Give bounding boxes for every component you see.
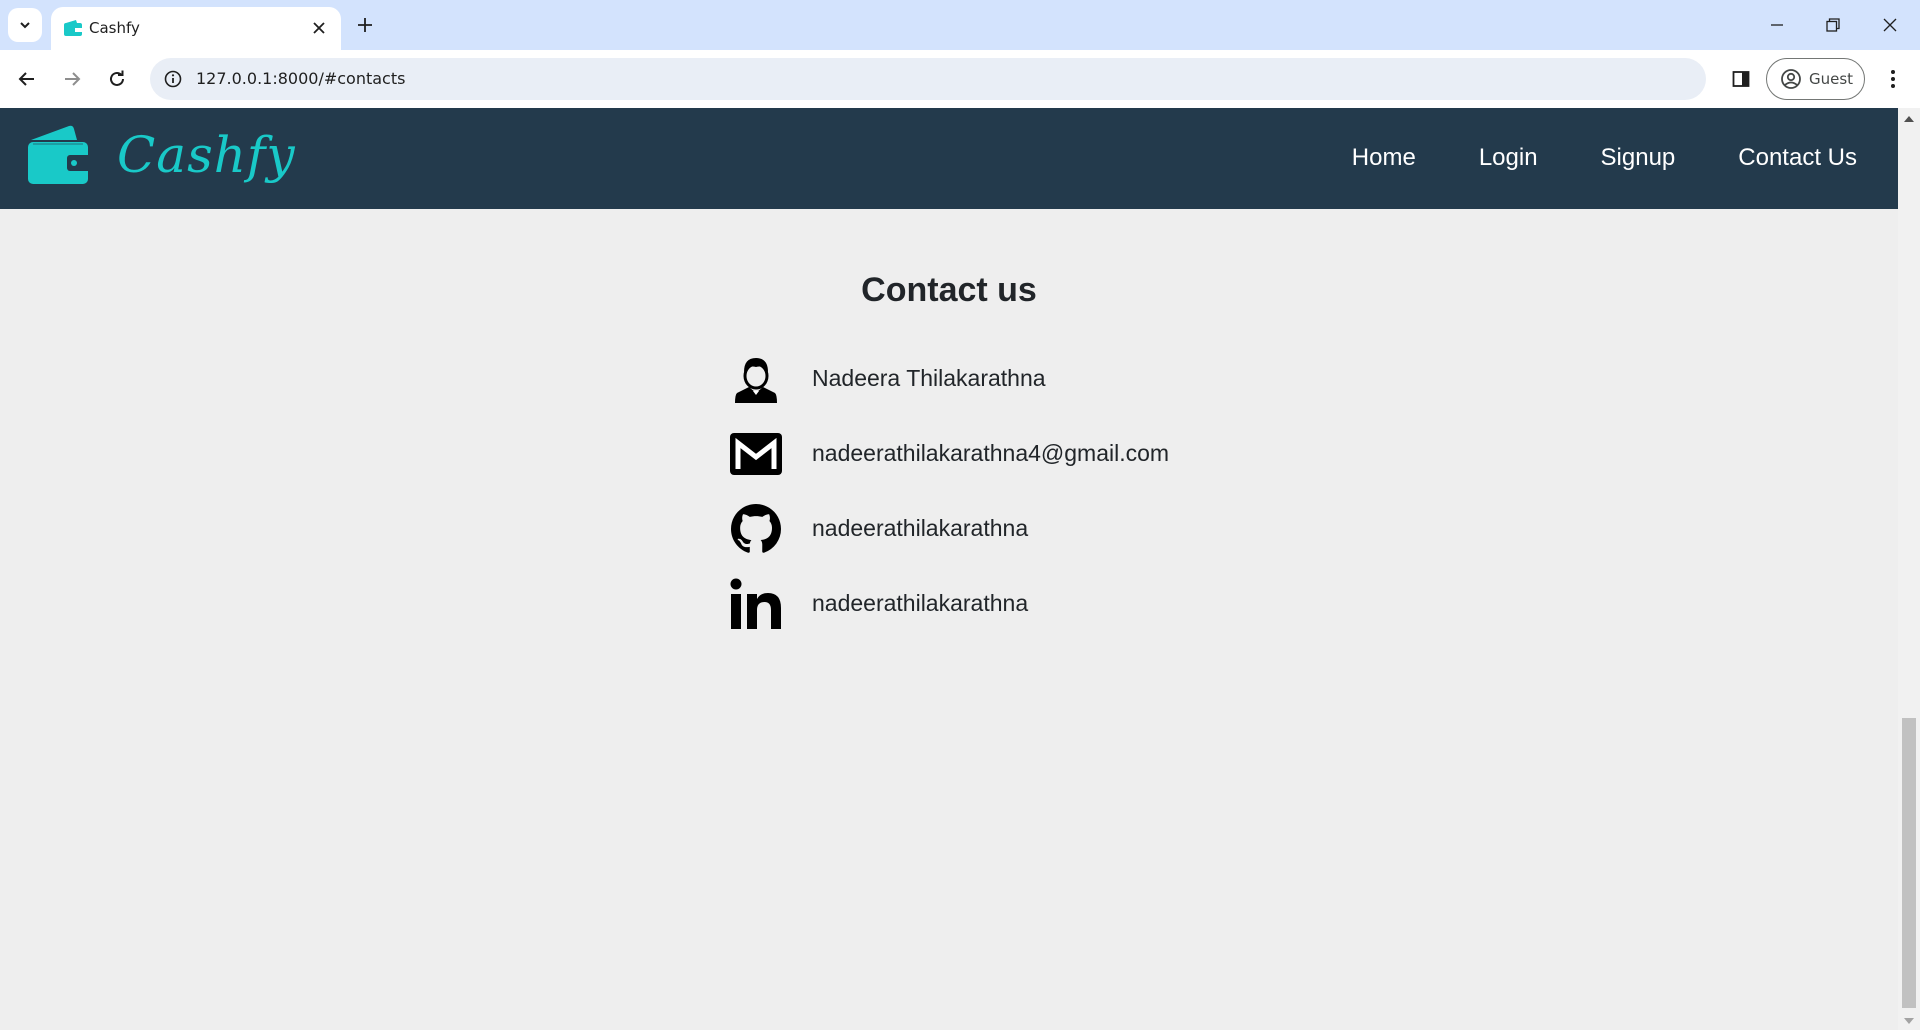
info-icon	[164, 70, 182, 88]
new-tab-button[interactable]	[353, 13, 377, 37]
linkedin-icon	[728, 576, 784, 632]
profile-button[interactable]: Guest	[1766, 58, 1865, 100]
github-icon	[728, 501, 784, 557]
person-icon	[728, 351, 784, 407]
minimize-icon	[1771, 24, 1783, 26]
restore-button[interactable]	[1818, 12, 1848, 38]
close-icon	[1883, 18, 1897, 32]
wallet-favicon-icon	[64, 20, 82, 36]
profile-label: Guest	[1809, 70, 1854, 88]
url-text: 127.0.0.1:8000/#contacts	[196, 69, 406, 88]
reload-icon	[110, 70, 124, 86]
side-panel-icon	[1732, 71, 1750, 87]
forward-button[interactable]	[55, 62, 89, 96]
contact-email-text: nadeerathilakarathna4@gmail.com	[812, 440, 1170, 466]
tab-title: Cashfy	[89, 19, 140, 37]
close-window-button[interactable]	[1875, 12, 1905, 38]
brand-name: Cashfy	[117, 126, 296, 184]
account-circle-icon	[1781, 69, 1801, 89]
tab-search-button[interactable]	[8, 8, 42, 42]
browser-menu-button[interactable]	[1876, 62, 1910, 96]
contact-linkedin-text: nadeerathilakarathna	[812, 590, 1029, 616]
tab-close-button[interactable]	[309, 18, 329, 38]
browser-tab[interactable]: Cashfy	[51, 7, 341, 50]
address-bar[interactable]: 127.0.0.1:8000/#contacts	[150, 58, 1706, 100]
chevron-down-icon	[20, 22, 30, 29]
more-vert-icon	[1891, 70, 1895, 88]
restore-icon	[1826, 18, 1840, 32]
nav-link-contact-us[interactable]: Contact Us	[1738, 144, 1857, 172]
contact-name-text: Nadeera Thilakarathna	[812, 365, 1046, 391]
site-info-button[interactable]	[162, 68, 184, 90]
nav-link-signup[interactable]: Signup	[1601, 144, 1676, 172]
plus-icon	[358, 18, 372, 32]
back-button[interactable]	[10, 62, 44, 96]
close-icon	[313, 22, 325, 34]
nav-link-login[interactable]: Login	[1479, 144, 1538, 172]
page-viewport: Cashfy Home Login Signup Contact Us Cont…	[0, 108, 1920, 1030]
brand-link[interactable]: Cashfy	[27, 124, 296, 186]
scroll-thumb[interactable]	[1902, 718, 1916, 1008]
minimize-button[interactable]	[1762, 12, 1792, 38]
nav-links: Home Login Signup Contact Us	[1352, 144, 1857, 172]
contact-github-text: nadeerathilakarathna	[812, 515, 1029, 541]
nav-link-home[interactable]: Home	[1352, 144, 1416, 172]
wallet-logo-icon	[28, 125, 91, 184]
contact-item-linkedin[interactable]: nadeerathilakarathna	[728, 566, 1028, 641]
arrow-left-icon	[18, 72, 34, 86]
contact-title: Contact us	[861, 271, 1037, 309]
side-panel-button[interactable]	[1724, 62, 1758, 96]
contact-item-name: Nadeera Thilakarathna	[728, 341, 1046, 416]
arrow-right-icon	[65, 72, 81, 86]
gmail-icon	[728, 426, 784, 482]
contact-list: Nadeera Thilakarathna nadeerathilakarath…	[728, 341, 1169, 641]
browser-tabstrip: Cashfy	[0, 0, 1920, 50]
scroll-down-arrow[interactable]	[1904, 1018, 1914, 1024]
browser-toolbar: 127.0.0.1:8000/#contacts Guest	[0, 50, 1920, 108]
site-navbar: Cashfy Home Login Signup Contact Us	[0, 108, 1898, 209]
reload-button[interactable]	[100, 62, 134, 96]
contact-item-email[interactable]: nadeerathilakarathna4@gmail.com	[728, 416, 1169, 491]
contact-item-github[interactable]: nadeerathilakarathna	[728, 491, 1028, 566]
scroll-up-arrow[interactable]	[1904, 116, 1914, 122]
page-scrollbar[interactable]	[1898, 108, 1920, 1030]
